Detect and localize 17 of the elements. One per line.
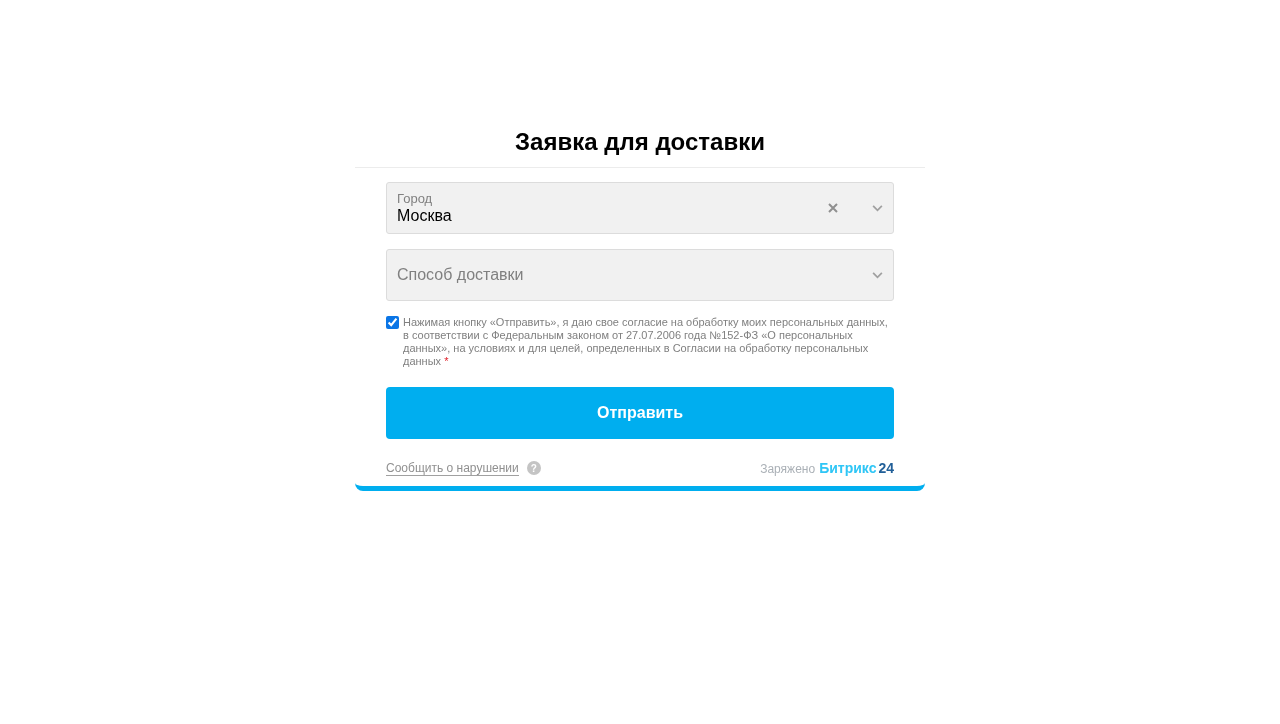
submit-button[interactable]: Отправить: [386, 387, 894, 439]
chevron-down-icon[interactable]: [872, 204, 883, 212]
select-field[interactable]: Способ доставки: [386, 249, 894, 301]
field-value: Москва: [397, 206, 453, 225]
field-placeholder: Способ доставки: [397, 266, 525, 284]
help-icon[interactable]: ?: [526, 461, 541, 475]
chevron-down-icon[interactable]: [872, 271, 883, 279]
report-link[interactable]: Сообщить о нарушении: [386, 460, 519, 476]
brand-number[interactable]: 24: [878, 460, 894, 476]
consent-text: Нажимая кнопку «Отправить», я даю свое согласие на обработку моих персональных данных, в соответствии с Федеральным законом от 27.07.2006 года №152-ФЗ «О персональных данных», на условиях и для целей, определенных в Согласии на обработку персональных данных *: [403, 316, 889, 368]
form-title: Заявка для доставки: [514, 128, 766, 156]
consent-checkbox[interactable]: [386, 316, 399, 329]
field-label: Город: [397, 191, 434, 206]
powered-by-text: Заряжено: [760, 462, 816, 476]
brand-name[interactable]: Битрикс: [819, 460, 877, 476]
select-field[interactable]: Город Москва: [386, 182, 894, 234]
clear-icon[interactable]: [828, 203, 838, 213]
